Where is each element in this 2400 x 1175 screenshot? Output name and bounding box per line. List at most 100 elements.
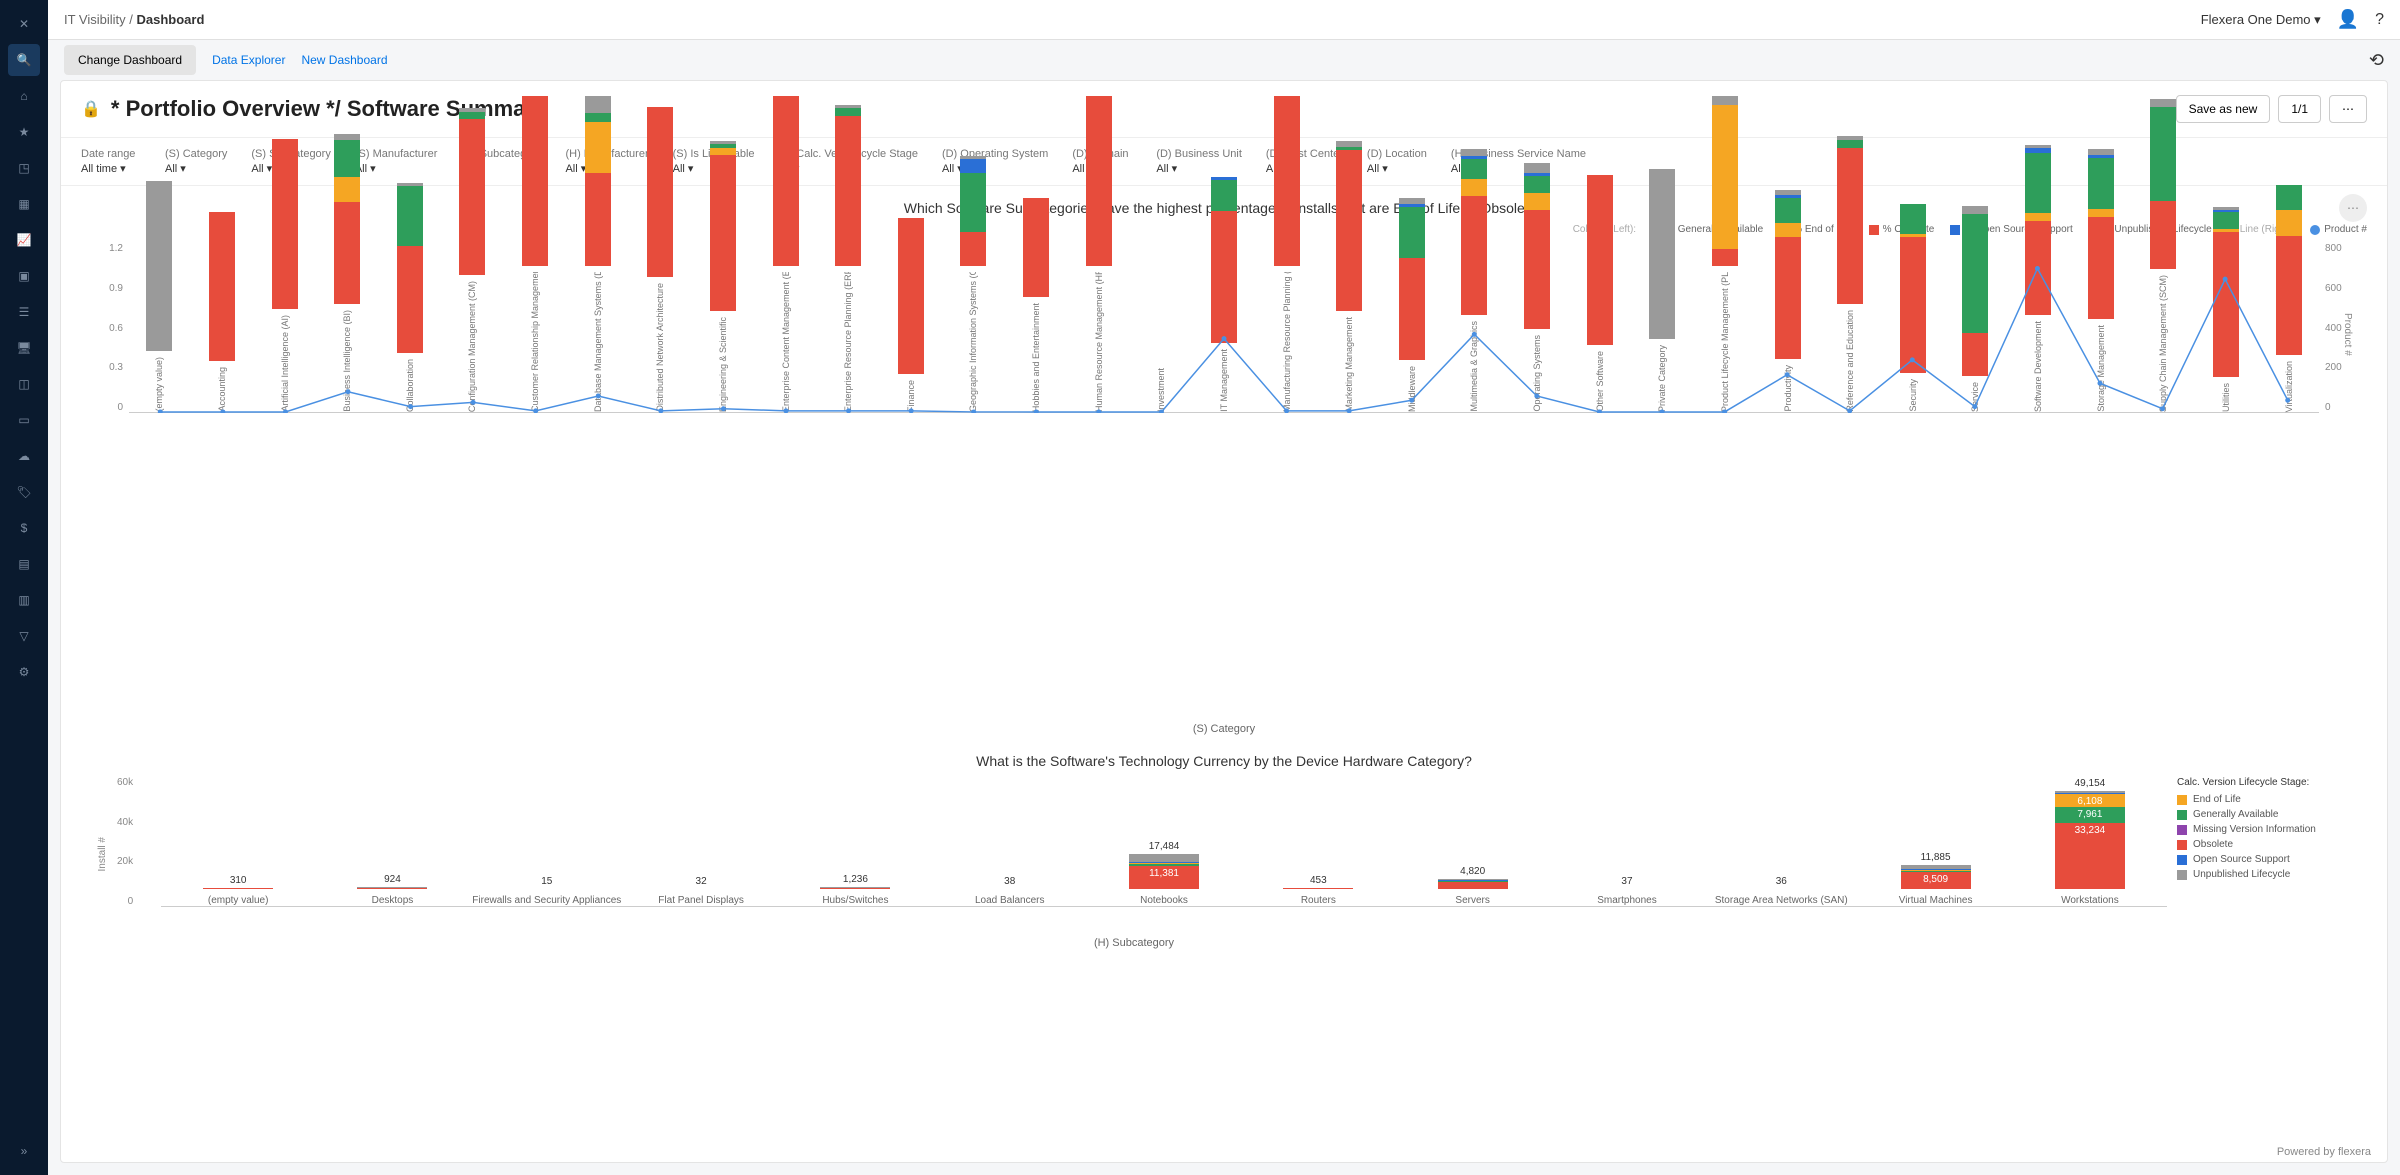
bar-col[interactable]: Enterprise Content Management (ECM) bbox=[755, 96, 816, 412]
filter-icon[interactable]: ▽ bbox=[8, 620, 40, 652]
change-dashboard-button[interactable]: Change Dashboard bbox=[64, 45, 196, 75]
filter-date-range[interactable]: Date rangeAll time ▾ bbox=[81, 148, 141, 175]
clipboard-icon[interactable]: ▥ bbox=[8, 584, 40, 616]
footer: Powered by flexera bbox=[2277, 1146, 2371, 1158]
cube-icon[interactable]: ◳ bbox=[8, 152, 40, 184]
bar-col[interactable]: Reference and Education bbox=[1820, 136, 1881, 412]
bar-col[interactable]: Multimedia & Graphics bbox=[1444, 149, 1505, 412]
filter--s-category[interactable]: (S) CategoryAll ▾ bbox=[165, 148, 227, 175]
chart2-yaxis: 60k40k20k0 bbox=[117, 777, 133, 907]
expand-icon[interactable]: » bbox=[8, 1135, 40, 1167]
screen-icon[interactable]: ▭ bbox=[8, 404, 40, 436]
bar-col[interactable]: Configuration Management (CM) bbox=[442, 108, 503, 412]
chart1-xlabel: (S) Category bbox=[81, 723, 2367, 735]
tag-icon[interactable]: 🏷 bbox=[8, 476, 40, 508]
bar2-col[interactable]: 1,236Hubs/Switches bbox=[778, 874, 932, 906]
toolbar: Change Dashboard Data Explorer New Dashb… bbox=[48, 40, 2400, 80]
chart1-menu-button[interactable]: ⋯ bbox=[2339, 194, 2367, 222]
bar-col[interactable]: Productivity bbox=[1757, 190, 1818, 413]
bar2-col[interactable]: 38Load Balancers bbox=[933, 876, 1087, 906]
pager-button[interactable]: 1/1 bbox=[2278, 95, 2321, 123]
search-icon[interactable]: 🔍 bbox=[8, 44, 40, 76]
monitor-icon[interactable]: 🖥 bbox=[8, 332, 40, 364]
bar-col[interactable]: Enterprise Resource Planning (ERP) bbox=[818, 105, 879, 412]
help-icon[interactable]: ? bbox=[2375, 11, 2384, 29]
chart1-yaxis-left: 1.20.90.60.30 bbox=[81, 243, 129, 413]
home-icon[interactable]: ⌂ bbox=[8, 80, 40, 112]
bar-col[interactable]: Marketing Management bbox=[1319, 141, 1380, 412]
content: 🔒 * Portfolio Overview */ Software Summa… bbox=[60, 80, 2388, 1163]
bar-col[interactable]: Virtualization bbox=[2258, 185, 2319, 412]
user-icon[interactable]: 👤 bbox=[2337, 9, 2359, 30]
new-dashboard-link[interactable]: New Dashboard bbox=[301, 53, 387, 67]
apps-icon[interactable]: ▦ bbox=[8, 188, 40, 220]
chart2-legend: Calc. Version Lifecycle Stage:End of Lif… bbox=[2167, 777, 2347, 949]
bar2-col[interactable]: 453Routers bbox=[1241, 875, 1395, 906]
bar-col[interactable]: Collaboration bbox=[380, 183, 441, 412]
filter--d-business-unit[interactable]: (D) Business UnitAll ▾ bbox=[1156, 148, 1242, 175]
bar-col[interactable]: Private Category bbox=[1632, 169, 1693, 412]
bar2-col[interactable]: 37Smartphones bbox=[1550, 876, 1704, 906]
bar-col[interactable]: Investment bbox=[1131, 362, 1192, 412]
logo-icon[interactable]: ✕ bbox=[8, 8, 40, 40]
bar-col[interactable]: Security bbox=[1883, 204, 1944, 413]
chart2-ylabel: Install # bbox=[97, 837, 108, 871]
bar-col[interactable]: Artificial Intelligence (AI) bbox=[254, 139, 315, 412]
bar-col[interactable]: IT Management bbox=[1194, 177, 1255, 412]
share-icon[interactable]: ⟲ bbox=[2369, 50, 2384, 71]
bar2-col[interactable]: 32Flat Panel Displays bbox=[624, 876, 778, 906]
sidebar: ✕ 🔍 ⌂ ★ ◳ ▦ 📈 ▣ ☰ 🖥 ◫ ▭ ☁ 🏷 $ ▤ ▥ ▽ ⚙ » bbox=[0, 0, 48, 1175]
cloud-icon[interactable]: ☁ bbox=[8, 440, 40, 472]
chart1-y2-label: Product # bbox=[2342, 313, 2353, 356]
bar2-col[interactable]: 15Firewalls and Security Appliances bbox=[470, 876, 624, 906]
bar2-col[interactable]: 36Storage Area Networks (SAN) bbox=[1704, 876, 1858, 906]
bar2-col[interactable]: 49,15433,2347,9616,108Workstations bbox=[2013, 778, 2167, 906]
bar2-col[interactable]: 4,820Servers bbox=[1396, 866, 1550, 906]
bar-col[interactable]: Accounting bbox=[192, 212, 253, 412]
chart1-section: ⋯ Which Software Subcategories have the … bbox=[61, 186, 2387, 749]
list-icon[interactable]: ☰ bbox=[8, 296, 40, 328]
bar2-col[interactable]: 924Desktops bbox=[315, 874, 469, 906]
server-icon[interactable]: ▣ bbox=[8, 260, 40, 292]
bar-col[interactable]: Product Lifecycle Management (PLM) bbox=[1695, 96, 1756, 412]
chart2-bars: 310(empty value)924Desktops15Firewalls a… bbox=[161, 777, 2167, 907]
bar-col[interactable]: Middleware bbox=[1382, 198, 1443, 412]
bar-col[interactable]: Service bbox=[1945, 206, 2006, 412]
breadcrumb-current: Dashboard bbox=[137, 12, 205, 27]
data-explorer-link[interactable]: Data Explorer bbox=[212, 53, 285, 67]
gear-icon[interactable]: ⚙ bbox=[8, 656, 40, 688]
box-icon[interactable]: ◫ bbox=[8, 368, 40, 400]
bar-col[interactable]: Manufacturing Resource Planning (MRP) bbox=[1256, 96, 1317, 412]
calendar-icon[interactable]: ▤ bbox=[8, 548, 40, 580]
chart-icon[interactable]: 📈 bbox=[8, 224, 40, 256]
bar-col[interactable]: Distributed Network Architecture bbox=[630, 107, 691, 412]
bar-col[interactable]: Utilities bbox=[2196, 207, 2257, 412]
bar-col[interactable]: Storage Management bbox=[2070, 149, 2131, 412]
bar-col[interactable]: Engineering & Scientific bbox=[693, 141, 754, 412]
dollar-icon[interactable]: $ bbox=[8, 512, 40, 544]
chart2-section: What is the Software's Technology Curren… bbox=[61, 749, 2387, 973]
org-selector[interactable]: Flexera One Demo ▾ bbox=[2201, 12, 2321, 28]
bar2-col[interactable]: 17,48411,381Notebooks bbox=[1087, 841, 1241, 906]
bar-col[interactable]: Finance bbox=[881, 218, 942, 412]
bar-col[interactable]: Software Development bbox=[2008, 145, 2069, 412]
chart2-xlabel: (H) Subcategory bbox=[101, 937, 2167, 949]
bar2-col[interactable]: 310(empty value) bbox=[161, 875, 315, 906]
breadcrumb: IT Visibility / Dashboard bbox=[64, 12, 204, 27]
breadcrumb-path: IT Visibility / bbox=[64, 12, 133, 27]
main: IT Visibility / Dashboard Flexera One De… bbox=[48, 0, 2400, 1175]
bar-col[interactable]: Customer Relationship Management (CRM) bbox=[505, 96, 566, 412]
bar-col[interactable]: Database Management Systems (DBMS) bbox=[567, 96, 628, 412]
chart2-title: What is the Software's Technology Curren… bbox=[81, 753, 2367, 769]
bar-col[interactable]: Business Intelligence (BI) bbox=[317, 134, 378, 412]
bar-col[interactable]: Geographic Information Systems (GIS) bbox=[943, 156, 1004, 412]
bar-col[interactable]: Other Software bbox=[1569, 175, 1630, 412]
star-icon[interactable]: ★ bbox=[8, 116, 40, 148]
bar2-col[interactable]: 11,8858,509Virtual Machines bbox=[1858, 852, 2012, 906]
bar-col[interactable]: Hobbies and Entertainment bbox=[1006, 198, 1067, 412]
bar-col[interactable]: Human Resource Management (HRM) bbox=[1068, 96, 1129, 412]
bar-col[interactable]: (empty value) bbox=[129, 181, 190, 412]
bar-col[interactable]: Operating Systems bbox=[1507, 163, 1568, 412]
more-button[interactable]: ⋯ bbox=[2329, 95, 2367, 123]
bar-col[interactable]: Supply Chain Management (SCM) bbox=[2133, 99, 2194, 412]
